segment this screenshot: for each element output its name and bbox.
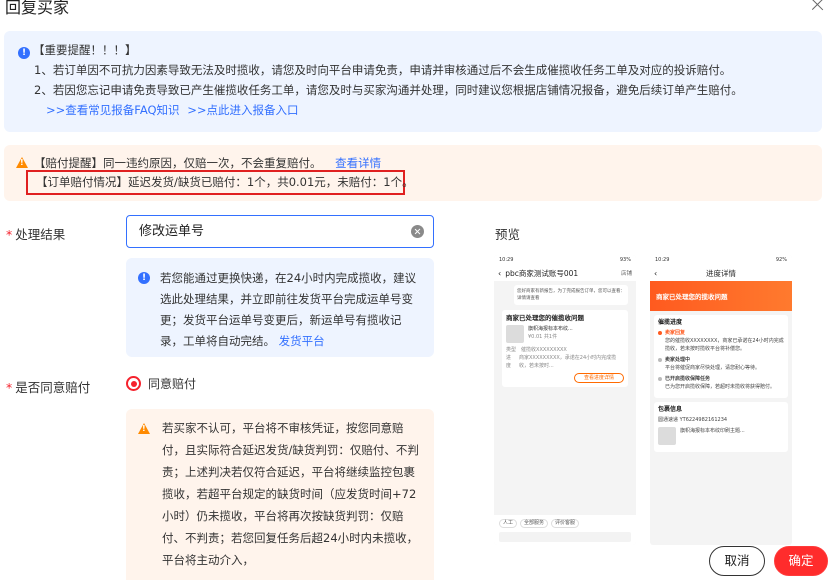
close-icon[interactable] xyxy=(809,0,827,14)
agree-radio[interactable]: 同意赔付 xyxy=(126,375,196,392)
order-compensation-status: 【订单赔付情况】延迟发货/缺货已赔付：1个，共0.01元，未赔付：1个。 xyxy=(26,170,414,195)
notice-line-2: 2、若因您忘记申请免责导致已产生催揽收任务工单，请您及时与买家沟通并处理，同时建… xyxy=(34,83,743,97)
result-label: * 处理结果 xyxy=(6,227,66,242)
chat-title: pbc商家测试账号001 xyxy=(505,268,579,278)
progress-banner: 商家已处理您的揽收问题 xyxy=(650,281,792,311)
preview-phone-chat: 10:29 93% ‹ pbc商家测试账号001 店铺 您好商家有新报告，为了完成… xyxy=(494,255,636,545)
preview-phone-progress: 10:29 92% ‹ 进度详情 商家已处理您的揽收问题 催揽进度 卖家回复 您的催… xyxy=(650,255,792,545)
preview-label: 预览 xyxy=(495,227,521,242)
back-icon: ‹ xyxy=(498,268,502,278)
back-icon: ‹ xyxy=(654,268,658,278)
product-image xyxy=(658,427,676,445)
important-notice: ! 【重要提醒！！！】 1、若订单因不可抗力因素导致无法及时揽收，请您及时向平台申… xyxy=(4,31,822,132)
cancel-button[interactable]: 取消 xyxy=(709,546,765,576)
shipping-platform-link[interactable]: 发货平台 xyxy=(279,334,325,348)
notice-line-1: 1、若订单因不可抗力因素导致无法及时揽收，请您及时向平台申请免责，申请并审核通过… xyxy=(34,63,732,77)
clear-icon[interactable] xyxy=(411,225,424,238)
radio-selected-icon xyxy=(126,376,141,391)
confirm-button[interactable]: 确定 xyxy=(774,546,828,576)
agree-label: * 是否同意赔付 xyxy=(6,380,91,395)
warning-icon xyxy=(138,423,150,434)
required-mark: * xyxy=(6,227,13,242)
view-details-link[interactable]: 查看详情 xyxy=(335,156,381,170)
compensation-notice: 【赔付提醒】同一违约原因，仅赔一次，不会重复赔付。 查看详情 【订单赔付情况】延… xyxy=(4,145,822,201)
warning-icon xyxy=(16,157,28,168)
progress-title: 进度详情 xyxy=(706,268,736,278)
chat-card: 商家已处理您的催揽收问题 旗帜海报标本布纹... ¥0.01 共1件 类型 催揽收… xyxy=(502,310,628,387)
compensation-text: 【赔付提醒】同一违约原因，仅赔一次，不会重复赔付。 xyxy=(34,156,322,170)
chat-bubble: 您好商家有新报告，为了完成报告订单，您可以查看：详情请查看 xyxy=(514,285,628,305)
agree-warning-text: 若买家不认可，平台将不审核凭证，按您同意赔付，且实际符合延迟发货/缺货判罚：仅赔… xyxy=(162,421,419,567)
required-mark: * xyxy=(6,380,13,395)
info-icon: ! xyxy=(18,47,30,59)
product-image xyxy=(506,325,524,343)
report-entry-link[interactable]: >>点此进入报备入口 xyxy=(187,103,298,117)
agree-radio-label: 同意赔付 xyxy=(148,377,197,391)
info-icon: ! xyxy=(138,272,150,284)
result-hint: ! 若您能通过更换快递，在24小时内完成揽收，建议选此处理结果，并立即前往发货平… xyxy=(126,258,434,357)
agree-warning: 若买家不认可，平台将不审核凭证，按您同意赔付，且实际符合延迟发货/缺货判罚：仅赔… xyxy=(126,409,434,580)
chat-input xyxy=(499,532,631,542)
notice-title: 【重要提醒！！！】 xyxy=(33,43,137,57)
dialog-title: 回复买家 xyxy=(5,0,70,17)
result-select[interactable]: 修改运单号 xyxy=(126,215,434,248)
result-select-value: 修改运单号 xyxy=(139,224,205,239)
faq-link[interactable]: >>查看常见报备FAQ知识 xyxy=(46,103,180,117)
